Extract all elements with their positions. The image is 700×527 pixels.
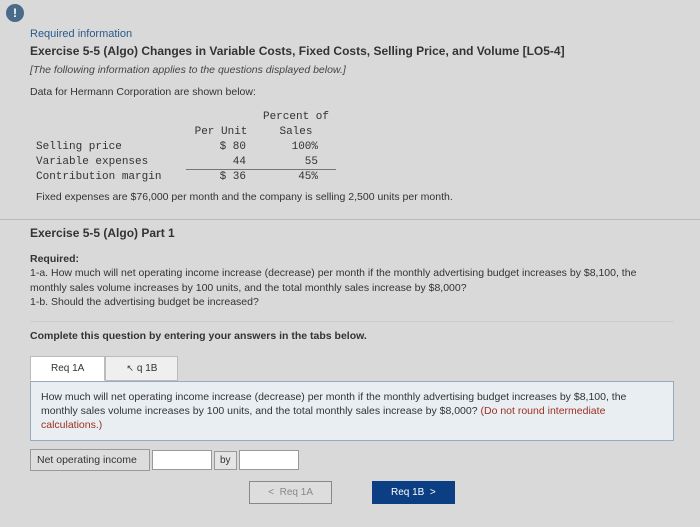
exercise-title: Exercise 5-5 (Algo) Changes in Variable …	[30, 44, 674, 58]
fixed-expenses-line: Fixed expenses are $76,000 per month and…	[36, 191, 674, 203]
instruction-text: Complete this question by entering your …	[30, 321, 674, 342]
row-label: Contribution margin	[36, 170, 186, 185]
next-label: Req 1B	[391, 487, 424, 498]
data-table: Percent of Per UnitSales Selling price$ …	[36, 110, 674, 185]
required-1a: 1-a. How much will net operating income …	[30, 267, 636, 293]
row-label: Selling price	[36, 140, 186, 155]
tab-1b-label: q 1B	[137, 363, 158, 374]
required-info-label: Required information	[30, 28, 674, 40]
row-pct: 55	[256, 155, 336, 171]
info-note: [The following information applies to th…	[30, 64, 674, 76]
question-box: How much will net operating income incre…	[30, 381, 674, 442]
answer-input-1[interactable]	[152, 450, 212, 470]
row-per-unit: 44	[186, 155, 256, 171]
by-label: by	[214, 451, 237, 470]
alert-icon: !	[6, 4, 24, 22]
col-sales: Sales	[256, 125, 336, 140]
answer-label: Net operating income	[30, 449, 150, 471]
required-block: Required: 1-a. How much will net operati…	[30, 252, 674, 309]
required-1b: 1-b. Should the advertising budget be in…	[30, 296, 259, 308]
tabs: Req 1A ↖q 1B	[30, 356, 674, 381]
prev-label: Req 1A	[280, 487, 313, 498]
row-label: Variable expenses	[36, 155, 186, 171]
prev-button[interactable]: < Req 1A	[249, 481, 332, 504]
part-title: Exercise 5-5 (Algo) Part 1	[0, 219, 700, 240]
tab-req-1a[interactable]: Req 1A	[30, 356, 105, 381]
col-percent-of: Percent of	[256, 110, 336, 125]
answer-row: Net operating income by	[30, 449, 674, 471]
row-per-unit: $ 80	[186, 140, 256, 155]
intro-line: Data for Hermann Corporation are shown b…	[30, 86, 674, 98]
row-pct: 45%	[256, 170, 336, 185]
tab-req-1b[interactable]: ↖q 1B	[105, 356, 178, 381]
chevron-right-icon: >	[430, 487, 436, 498]
chevron-left-icon: <	[268, 487, 274, 498]
row-pct: 100%	[256, 140, 336, 155]
row-per-unit: $ 36	[186, 170, 256, 185]
nav-row: < Req 1A Req 1B >	[30, 481, 674, 504]
answer-input-2[interactable]	[239, 450, 299, 470]
required-label: Required:	[30, 253, 79, 265]
next-button[interactable]: Req 1B >	[372, 481, 455, 504]
cursor-icon: ↖	[126, 363, 134, 373]
col-per-unit: Per Unit	[186, 125, 256, 140]
